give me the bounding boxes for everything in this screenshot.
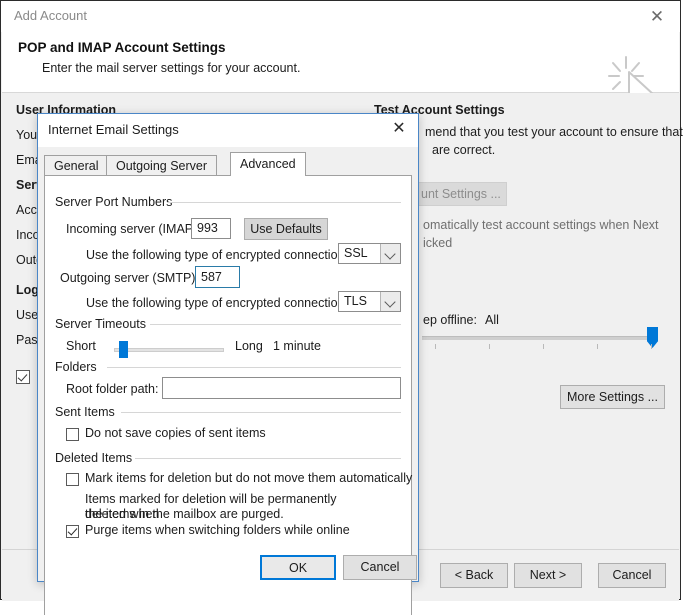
outgoing-server-port-input[interactable]: 587 xyxy=(195,266,240,288)
use-defaults-button[interactable]: Use Defaults xyxy=(244,218,328,240)
close-icon[interactable]: ✕ xyxy=(642,5,672,29)
incoming-server-port-input[interactable]: 993 xyxy=(191,218,231,239)
test-account-settings-button[interactable]: unt Settings ... xyxy=(414,182,507,206)
group-rule xyxy=(135,458,401,459)
group-label-server-port-numbers: Server Port Numbers xyxy=(55,195,179,209)
outgoing-server-label: Outgoing server (SMTP): xyxy=(60,271,199,285)
mail-offline-value: All xyxy=(485,313,499,327)
do-not-save-sent-items-checkbox[interactable] xyxy=(66,428,79,441)
mail-offline-slider-thumb[interactable] xyxy=(647,327,658,348)
chevron-down-icon[interactable] xyxy=(380,292,400,311)
mail-offline-slider-track[interactable] xyxy=(422,336,654,340)
root-folder-path-label: Root folder path: xyxy=(66,382,159,396)
tab-panel-advanced: Server Port Numbers Incoming server (IMA… xyxy=(44,175,412,615)
more-settings-button[interactable]: More Settings ... xyxy=(560,385,665,409)
group-label-deleted-items: Deleted Items xyxy=(55,451,139,465)
root-folder-path-input[interactable] xyxy=(162,377,401,399)
outgoing-encryption-value: TLS xyxy=(344,294,367,308)
purge-items-label[interactable]: Purge items when switching folders while… xyxy=(85,523,350,537)
window-titlebar: Add Account ✕ xyxy=(1,1,680,32)
auto-test-label-line2: icked xyxy=(423,236,453,250)
ok-button[interactable]: OK xyxy=(260,555,336,580)
tabstrip: General Outgoing Server Advanced xyxy=(44,152,412,176)
timeout-long-label: Long xyxy=(235,339,263,353)
cancel-button[interactable]: Cancel xyxy=(598,563,666,588)
incoming-server-label: Incoming server (IMAP): xyxy=(66,222,201,236)
dialog-titlebar: Internet Email Settings ✕ xyxy=(38,114,418,147)
test-description-line2: are correct. xyxy=(432,143,496,157)
dialog-title: Internet Email Settings xyxy=(48,122,179,137)
dialog-cancel-button[interactable]: Cancel xyxy=(343,555,417,580)
wizard-header: POP and IMAP Account Settings Enter the … xyxy=(2,32,679,111)
purge-items-checkbox[interactable] xyxy=(66,525,79,538)
outgoing-encryption-label: Use the following type of encrypted conn… xyxy=(86,296,348,310)
mail-offline-label: ep offline: xyxy=(423,313,477,327)
remember-password-checkbox[interactable] xyxy=(16,370,30,384)
server-timeout-slider-track[interactable] xyxy=(114,348,224,352)
page-title: POP and IMAP Account Settings xyxy=(18,40,226,55)
page-subtitle: Enter the mail server settings for your … xyxy=(42,61,301,75)
incoming-encryption-value: SSL xyxy=(344,246,368,260)
incoming-encryption-label: Use the following type of encrypted conn… xyxy=(86,248,348,262)
timeout-value-label: 1 minute xyxy=(273,339,321,353)
internet-email-settings-dialog: Internet Email Settings ✕ General Outgoi… xyxy=(37,113,419,615)
group-rule xyxy=(121,412,401,413)
screen: Add Account ✕ POP and IMAP Account Setti… xyxy=(0,0,694,615)
group-label-folders: Folders xyxy=(55,360,103,374)
deleted-items-help-line2: the items in the mailbox are purged. xyxy=(85,507,284,521)
back-button[interactable]: < Back xyxy=(440,563,508,588)
group-label-sent-items: Sent Items xyxy=(55,405,121,419)
close-icon[interactable]: ✕ xyxy=(384,117,414,141)
tab-advanced[interactable]: Advanced xyxy=(230,152,306,176)
tab-general[interactable]: General xyxy=(44,155,109,175)
outgoing-encryption-select[interactable]: TLS xyxy=(338,291,401,312)
mark-items-for-deletion-label[interactable]: Mark items for deletion but do not move … xyxy=(85,471,412,485)
tab-outgoing-server[interactable]: Outgoing Server xyxy=(106,155,218,175)
auto-test-label-line1: omatically test account settings when Ne… xyxy=(423,218,659,232)
group-label-server-timeouts: Server Timeouts xyxy=(55,317,153,331)
group-rule xyxy=(107,367,401,368)
group-rule xyxy=(167,202,401,203)
mark-items-for-deletion-checkbox[interactable] xyxy=(66,473,79,486)
test-description-line1: mend that you test your account to ensur… xyxy=(425,125,683,139)
do-not-save-sent-items-label[interactable]: Do not save copies of sent items xyxy=(85,426,266,440)
next-button[interactable]: Next > xyxy=(514,563,582,588)
timeout-short-label: Short xyxy=(66,339,96,353)
incoming-encryption-select[interactable]: SSL xyxy=(338,243,401,264)
server-timeout-slider-thumb[interactable] xyxy=(119,341,128,358)
chevron-down-icon[interactable] xyxy=(380,244,400,263)
window-title: Add Account xyxy=(14,8,87,23)
group-rule xyxy=(150,324,401,325)
